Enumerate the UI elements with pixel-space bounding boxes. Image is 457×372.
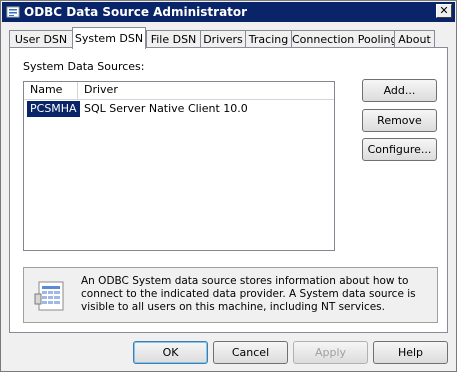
tab-label: About — [398, 33, 431, 46]
add-button[interactable]: Add... — [362, 79, 437, 102]
column-label: Driver — [84, 83, 118, 96]
button-label: OK — [162, 346, 179, 359]
info-box: An ODBC System data source stores inform… — [23, 267, 438, 323]
tab-file-dsn[interactable]: File DSN — [146, 30, 201, 48]
close-icon: ✕ — [439, 4, 449, 17]
button-label: Add... — [383, 84, 416, 97]
section-label: System Data Sources: — [23, 60, 145, 73]
data-source-icon — [34, 281, 64, 311]
odbc-window: ODBC Data Source Administrator ✕ User DS… — [0, 0, 457, 372]
list-header: Name Driver — [24, 82, 334, 100]
window-title: ODBC Data Source Administrator — [24, 5, 248, 19]
tab-label: File DSN — [150, 33, 197, 46]
info-text: An ODBC System data source stores inform… — [81, 275, 416, 313]
tab-system-dsn[interactable]: System DSN — [72, 27, 146, 49]
remove-button[interactable]: Remove — [362, 109, 437, 132]
column-header-name[interactable]: Name — [24, 82, 78, 99]
odbc-icon — [6, 6, 20, 18]
tab-user-dsn[interactable]: User DSN — [9, 30, 73, 48]
tab-about[interactable]: About — [394, 30, 435, 48]
tab-connection-pooling[interactable]: Connection Pooling — [291, 30, 398, 48]
button-label: Configure... — [367, 143, 432, 156]
tab-label: User DSN — [14, 33, 68, 46]
tab-label: Drivers — [203, 33, 243, 46]
ok-button[interactable]: OK — [133, 341, 208, 364]
close-button[interactable]: ✕ — [436, 4, 452, 18]
button-label: Remove — [377, 114, 422, 127]
tab-tracing[interactable]: Tracing — [245, 30, 292, 48]
button-label: Cancel — [231, 346, 270, 359]
data-sources-list[interactable]: Name Driver PCSMHA SQL Server Native Cli… — [23, 81, 335, 251]
list-item-driver: SQL Server Native Client 10.0 — [84, 102, 248, 115]
cancel-button[interactable]: Cancel — [213, 341, 288, 364]
list-item-name: PCSMHA — [27, 101, 80, 117]
column-label: Name — [30, 83, 63, 96]
title-bar[interactable]: ODBC Data Source Administrator ✕ — [2, 2, 455, 22]
list-item[interactable]: PCSMHA SQL Server Native Client 10.0 — [24, 101, 334, 117]
apply-button[interactable]: Apply — [293, 341, 368, 364]
tab-drivers[interactable]: Drivers — [200, 30, 246, 48]
column-header-driver[interactable]: Driver — [78, 82, 334, 99]
help-button[interactable]: Help — [373, 341, 448, 364]
button-label: Apply — [314, 346, 347, 359]
tab-panel-system-dsn: System Data Sources: Name Driver PCSMHA … — [9, 47, 448, 333]
tab-label: Connection Pooling — [292, 33, 398, 46]
button-label: Help — [397, 346, 424, 359]
configure-button[interactable]: Configure... — [362, 138, 437, 161]
tab-label: Tracing — [248, 33, 289, 46]
tab-label: System DSN — [74, 32, 144, 45]
